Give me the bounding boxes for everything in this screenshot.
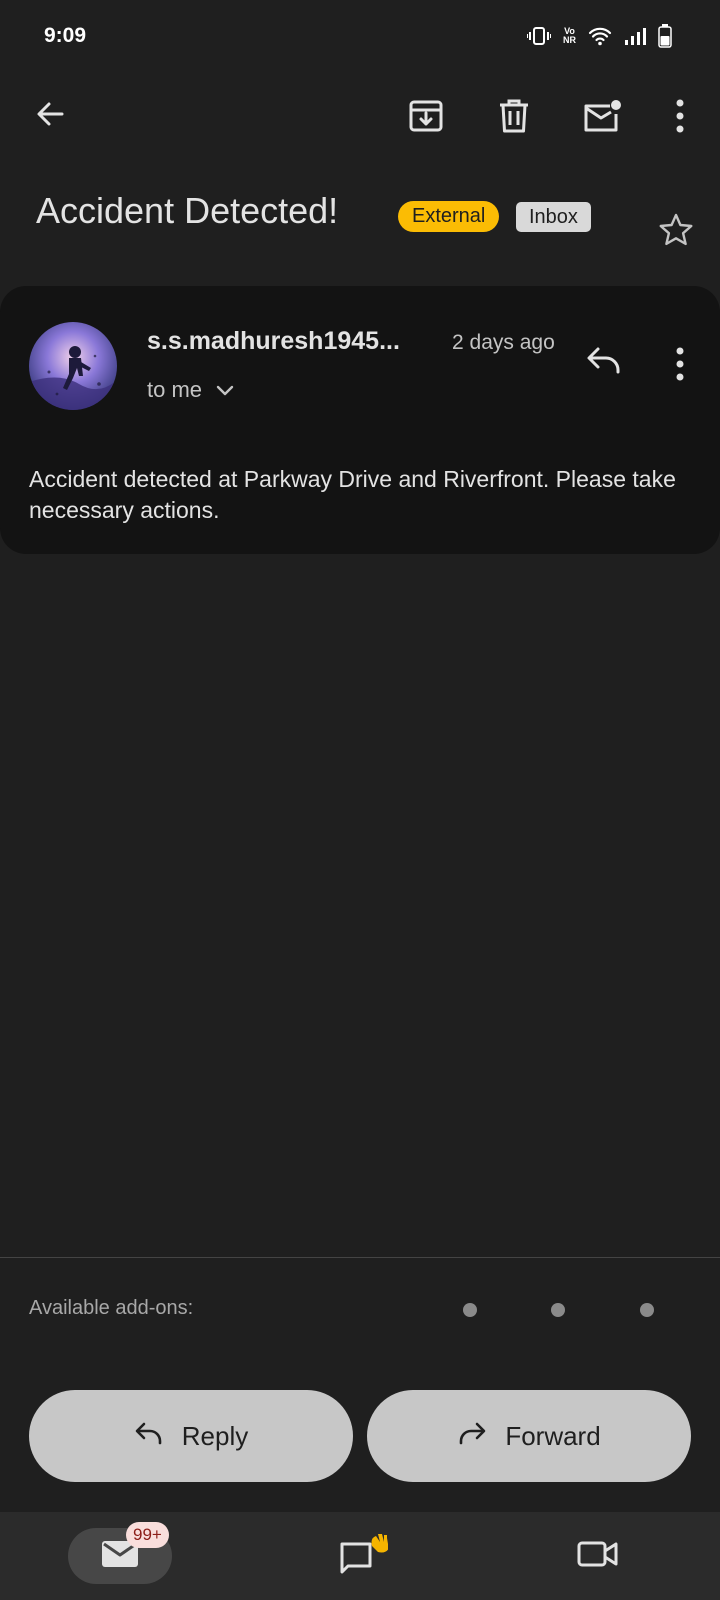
archive-button[interactable] xyxy=(402,94,450,142)
delete-button[interactable] xyxy=(490,94,538,142)
status-icons: Vo NR xyxy=(527,24,672,48)
more-options-button[interactable] xyxy=(656,94,704,142)
recipient-details[interactable]: to me xyxy=(147,377,234,403)
message-more-button[interactable] xyxy=(656,342,704,390)
wifi-icon xyxy=(588,26,612,46)
reply-icon xyxy=(134,1421,164,1452)
addon-placeholder[interactable] xyxy=(640,1303,654,1317)
email-subject: Accident Detected! xyxy=(36,190,339,231)
delete-icon xyxy=(498,98,530,139)
meet-icon xyxy=(577,1539,619,1574)
archive-icon xyxy=(408,98,444,139)
nav-meet[interactable] xyxy=(570,1532,626,1580)
back-button[interactable] xyxy=(26,92,74,140)
addon-placeholder[interactable] xyxy=(551,1303,565,1317)
mark-unread-button[interactable] xyxy=(578,94,626,142)
reply-icon-button[interactable] xyxy=(580,338,628,386)
divider xyxy=(0,1257,720,1258)
signal-icon xyxy=(624,26,646,46)
mark-unread-icon xyxy=(582,98,622,139)
recipient-label: to me xyxy=(147,377,203,402)
inbox-label[interactable]: Inbox xyxy=(516,202,591,232)
more-vert-icon xyxy=(675,347,685,386)
forward-label: Forward xyxy=(505,1420,601,1451)
forward-button[interactable]: Forward xyxy=(367,1390,691,1482)
star-button[interactable] xyxy=(652,208,700,256)
battery-icon xyxy=(658,24,672,48)
vibrate-icon xyxy=(527,26,551,46)
star-icon xyxy=(658,212,694,253)
chevron-down-icon xyxy=(216,377,234,403)
reply-button[interactable]: Reply xyxy=(29,1390,353,1482)
nav-chat[interactable] xyxy=(332,1530,390,1583)
reply-label: Reply xyxy=(181,1420,249,1451)
chat-icon xyxy=(332,1530,390,1583)
reply-icon xyxy=(586,346,622,379)
sender-avatar[interactable] xyxy=(29,322,117,410)
sent-time: 2 days ago xyxy=(452,331,555,354)
volte-icon: Vo NR xyxy=(563,26,576,45)
mail-count-badge: 99+ xyxy=(126,1522,169,1548)
addon-placeholder[interactable] xyxy=(463,1303,477,1317)
email-body: Accident detected at Parkway Drive and R… xyxy=(29,466,676,523)
external-label: External xyxy=(398,201,500,232)
more-vert-icon xyxy=(675,99,685,138)
sender-name[interactable]: s.s.madhuresh1945... xyxy=(147,327,400,356)
addons-label: Available add-ons: xyxy=(29,1297,194,1319)
back-arrow-icon xyxy=(34,98,66,135)
forward-icon xyxy=(457,1421,487,1452)
status-time: 9:09 xyxy=(44,24,87,47)
